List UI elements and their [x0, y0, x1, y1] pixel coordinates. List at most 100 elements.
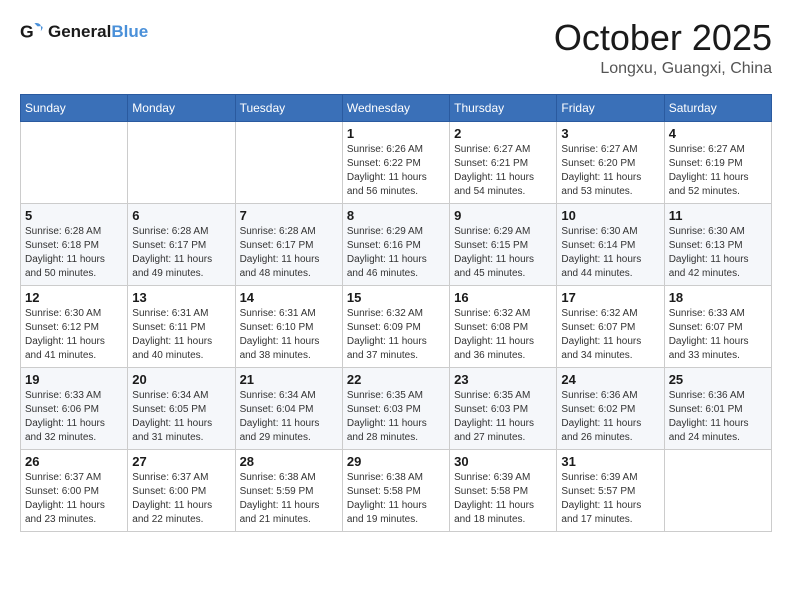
day-info: Sunrise: 6:34 AM Sunset: 6:05 PM Dayligh…: [132, 389, 230, 445]
day-info: Sunrise: 6:37 AM Sunset: 6:00 PM Dayligh…: [25, 471, 123, 527]
week-row-3: 12 Sunrise: 6:30 AM Sunset: 6:12 PM Dayli…: [21, 286, 772, 368]
day-number: 17: [561, 290, 659, 305]
calendar-cell: 17 Sunrise: 6:32 AM Sunset: 6:07 PM Dayli…: [557, 286, 664, 368]
day-number: 25: [669, 372, 767, 387]
day-info: Sunrise: 6:32 AM Sunset: 6:08 PM Dayligh…: [454, 307, 552, 363]
day-number: 18: [669, 290, 767, 305]
calendar-cell: 30 Sunrise: 6:39 AM Sunset: 5:58 PM Dayli…: [450, 450, 557, 532]
day-number: 1: [347, 126, 445, 141]
week-row-4: 19 Sunrise: 6:33 AM Sunset: 6:06 PM Dayli…: [21, 368, 772, 450]
day-info: Sunrise: 6:38 AM Sunset: 5:59 PM Dayligh…: [240, 471, 338, 527]
day-number: 12: [25, 290, 123, 305]
weekday-header-tuesday: Tuesday: [235, 95, 342, 122]
day-info: Sunrise: 6:27 AM Sunset: 6:20 PM Dayligh…: [561, 143, 659, 199]
day-info: Sunrise: 6:39 AM Sunset: 5:58 PM Dayligh…: [454, 471, 552, 527]
calendar-cell: 5 Sunrise: 6:28 AM Sunset: 6:18 PM Daylig…: [21, 204, 128, 286]
day-number: 23: [454, 372, 552, 387]
calendar-cell: 28 Sunrise: 6:38 AM Sunset: 5:59 PM Dayli…: [235, 450, 342, 532]
month-title: October 2025: [554, 20, 772, 56]
weekday-header-thursday: Thursday: [450, 95, 557, 122]
calendar-cell: 27 Sunrise: 6:37 AM Sunset: 6:00 PM Dayli…: [128, 450, 235, 532]
day-info: Sunrise: 6:35 AM Sunset: 6:03 PM Dayligh…: [454, 389, 552, 445]
calendar-cell: 1Sunrise: 6:26 AM Sunset: 6:22 PM Daylig…: [342, 122, 449, 204]
day-number: 13: [132, 290, 230, 305]
day-info: Sunrise: 6:36 AM Sunset: 6:01 PM Dayligh…: [669, 389, 767, 445]
logo-icon: G: [20, 20, 44, 44]
day-info: Sunrise: 6:32 AM Sunset: 6:09 PM Dayligh…: [347, 307, 445, 363]
day-number: 27: [132, 454, 230, 469]
day-info: Sunrise: 6:38 AM Sunset: 5:58 PM Dayligh…: [347, 471, 445, 527]
day-number: 16: [454, 290, 552, 305]
weekday-header-friday: Friday: [557, 95, 664, 122]
weekday-header-sunday: Sunday: [21, 95, 128, 122]
calendar-cell: [664, 450, 771, 532]
day-number: 4: [669, 126, 767, 141]
calendar-cell: [21, 122, 128, 204]
day-number: 14: [240, 290, 338, 305]
week-row-2: 5 Sunrise: 6:28 AM Sunset: 6:18 PM Daylig…: [21, 204, 772, 286]
day-number: 11: [669, 208, 767, 223]
svg-text:G: G: [20, 22, 34, 42]
day-number: 6: [132, 208, 230, 223]
day-info: Sunrise: 6:27 AM Sunset: 6:21 PM Dayligh…: [454, 143, 552, 199]
day-number: 15: [347, 290, 445, 305]
day-info: Sunrise: 6:28 AM Sunset: 6:18 PM Dayligh…: [25, 225, 123, 281]
weekday-header-wednesday: Wednesday: [342, 95, 449, 122]
day-info: Sunrise: 6:30 AM Sunset: 6:14 PM Dayligh…: [561, 225, 659, 281]
day-number: 7: [240, 208, 338, 223]
day-info: Sunrise: 6:29 AM Sunset: 6:16 PM Dayligh…: [347, 225, 445, 281]
day-number: 19: [25, 372, 123, 387]
calendar-cell: 16 Sunrise: 6:32 AM Sunset: 6:08 PM Dayli…: [450, 286, 557, 368]
day-info: Sunrise: 6:28 AM Sunset: 6:17 PM Dayligh…: [132, 225, 230, 281]
day-number: 30: [454, 454, 552, 469]
calendar-cell: 22Sunrise: 6:35 AM Sunset: 6:03 PM Dayli…: [342, 368, 449, 450]
day-number: 29: [347, 454, 445, 469]
day-number: 3: [561, 126, 659, 141]
day-number: 24: [561, 372, 659, 387]
calendar-cell: 20Sunrise: 6:34 AM Sunset: 6:05 PM Dayli…: [128, 368, 235, 450]
day-number: 9: [454, 208, 552, 223]
calendar-cell: 10 Sunrise: 6:30 AM Sunset: 6:14 PM Dayli…: [557, 204, 664, 286]
logo-text-general: General: [48, 22, 111, 42]
calendar-cell: [235, 122, 342, 204]
day-number: 28: [240, 454, 338, 469]
day-info: Sunrise: 6:31 AM Sunset: 6:11 PM Dayligh…: [132, 307, 230, 363]
logo-text-blue: Blue: [111, 22, 148, 42]
calendar-cell: [128, 122, 235, 204]
day-info: Sunrise: 6:32 AM Sunset: 6:07 PM Dayligh…: [561, 307, 659, 363]
day-info: Sunrise: 6:36 AM Sunset: 6:02 PM Dayligh…: [561, 389, 659, 445]
calendar-cell: 7 Sunrise: 6:28 AM Sunset: 6:17 PM Daylig…: [235, 204, 342, 286]
day-number: 26: [25, 454, 123, 469]
day-info: Sunrise: 6:29 AM Sunset: 6:15 PM Dayligh…: [454, 225, 552, 281]
day-info: Sunrise: 6:33 AM Sunset: 6:06 PM Dayligh…: [25, 389, 123, 445]
title-section: October 2025 Longxu, Guangxi, China: [554, 20, 772, 78]
calendar-cell: 6 Sunrise: 6:28 AM Sunset: 6:17 PM Daylig…: [128, 204, 235, 286]
day-number: 21: [240, 372, 338, 387]
day-info: Sunrise: 6:30 AM Sunset: 6:12 PM Dayligh…: [25, 307, 123, 363]
day-number: 5: [25, 208, 123, 223]
day-number: 2: [454, 126, 552, 141]
calendar-cell: 14Sunrise: 6:31 AM Sunset: 6:10 PM Dayli…: [235, 286, 342, 368]
calendar-cell: 25 Sunrise: 6:36 AM Sunset: 6:01 PM Dayli…: [664, 368, 771, 450]
day-number: 10: [561, 208, 659, 223]
day-info: Sunrise: 6:37 AM Sunset: 6:00 PM Dayligh…: [132, 471, 230, 527]
day-info: Sunrise: 6:34 AM Sunset: 6:04 PM Dayligh…: [240, 389, 338, 445]
calendar-cell: 12 Sunrise: 6:30 AM Sunset: 6:12 PM Dayli…: [21, 286, 128, 368]
calendar-table: SundayMondayTuesdayWednesdayThursdayFrid…: [20, 94, 772, 532]
calendar-cell: 15 Sunrise: 6:32 AM Sunset: 6:09 PM Dayli…: [342, 286, 449, 368]
calendar-cell: 4 Sunrise: 6:27 AM Sunset: 6:19 PM Daylig…: [664, 122, 771, 204]
calendar-cell: 26 Sunrise: 6:37 AM Sunset: 6:00 PM Dayli…: [21, 450, 128, 532]
logo: G General Blue: [20, 20, 148, 44]
calendar-cell: 24 Sunrise: 6:36 AM Sunset: 6:02 PM Dayli…: [557, 368, 664, 450]
calendar-cell: 8Sunrise: 6:29 AM Sunset: 6:16 PM Daylig…: [342, 204, 449, 286]
calendar-cell: 29 Sunrise: 6:38 AM Sunset: 5:58 PM Dayli…: [342, 450, 449, 532]
calendar-cell: 21 Sunrise: 6:34 AM Sunset: 6:04 PM Dayli…: [235, 368, 342, 450]
weekday-header-monday: Monday: [128, 95, 235, 122]
week-row-5: 26 Sunrise: 6:37 AM Sunset: 6:00 PM Dayli…: [21, 450, 772, 532]
calendar-cell: 31Sunrise: 6:39 AM Sunset: 5:57 PM Dayli…: [557, 450, 664, 532]
day-number: 31: [561, 454, 659, 469]
calendar-cell: 23 Sunrise: 6:35 AM Sunset: 6:03 PM Dayli…: [450, 368, 557, 450]
weekday-header-row: SundayMondayTuesdayWednesdayThursdayFrid…: [21, 95, 772, 122]
day-info: Sunrise: 6:28 AM Sunset: 6:17 PM Dayligh…: [240, 225, 338, 281]
day-info: Sunrise: 6:27 AM Sunset: 6:19 PM Dayligh…: [669, 143, 767, 199]
